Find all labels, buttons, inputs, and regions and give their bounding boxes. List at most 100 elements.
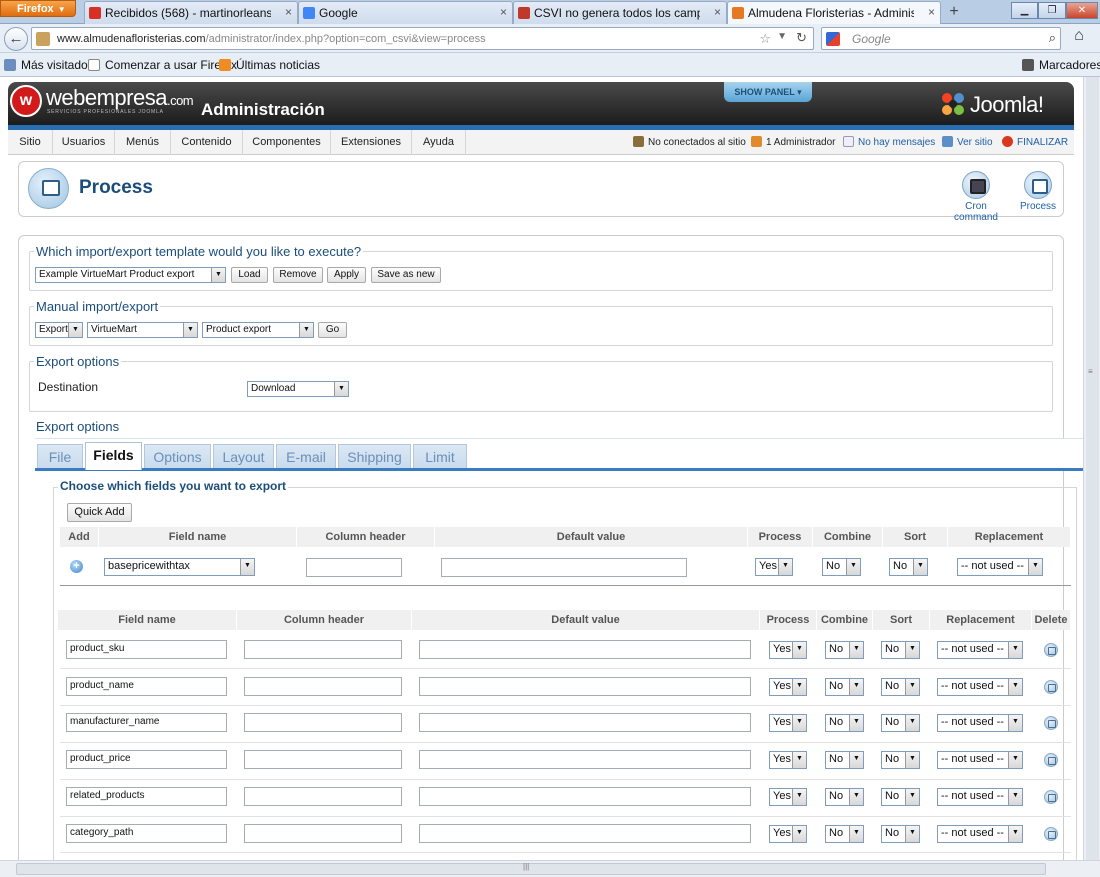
browser-tab-almudena[interactable]: Almudena Floristerias - Administración × (727, 1, 941, 25)
destination-select[interactable]: Download ▼ (247, 381, 349, 397)
minimize-window-icon[interactable]: ▁ (1011, 2, 1038, 19)
add-process-select[interactable]: Yes ▼ (755, 558, 793, 576)
save-as-new-button[interactable]: Save as new (371, 267, 441, 283)
url-bar[interactable]: www.almudenafloristerias.com/administrat… (31, 27, 814, 50)
replacement-select[interactable]: -- not used -- ▼ (937, 751, 1023, 769)
browser-tab-google[interactable]: Google × (298, 1, 513, 24)
replacement-select[interactable]: -- not used -- ▼ (937, 714, 1023, 732)
menu-sitio[interactable]: Sitio (8, 130, 53, 155)
column-header-input[interactable] (244, 824, 402, 843)
delete-icon[interactable] (1044, 643, 1058, 657)
close-tab-icon[interactable]: × (285, 5, 292, 19)
reload-icon[interactable]: ↻ (796, 30, 807, 46)
delete-icon[interactable] (1044, 827, 1058, 841)
close-tab-icon[interactable]: × (928, 5, 935, 19)
tab-layout[interactable]: Layout (213, 444, 274, 469)
default-value-input[interactable] (419, 677, 751, 696)
field-name-input[interactable]: product_price (66, 750, 227, 769)
column-header-input[interactable] (244, 750, 402, 769)
add-combine-select[interactable]: No ▼ (822, 558, 861, 576)
show-panel-button[interactable]: SHOW PANEL ▾ (724, 82, 812, 102)
back-arrow-icon[interactable]: ← (4, 27, 28, 51)
bookmark-mas-visitados[interactable]: Más visitados (4, 58, 94, 72)
menu-componentes[interactable]: Componentes (243, 130, 331, 155)
close-tab-icon[interactable]: × (714, 5, 721, 19)
replacement-select[interactable]: -- not used -- ▼ (937, 678, 1023, 696)
close-tab-icon[interactable]: × (500, 5, 507, 19)
delete-icon[interactable] (1044, 753, 1058, 767)
sort-select[interactable]: No ▼ (881, 678, 920, 696)
browser-tab-gmail[interactable]: Recibidos (568) - martinorleans@gm... × (84, 1, 298, 24)
logout-link[interactable]: FINALIZAR (1002, 130, 1068, 155)
bookmark-comenzar-firefox[interactable]: Comenzar a usar Firefox (88, 58, 237, 72)
template-select[interactable]: Example VirtueMart Product export ▼ (35, 267, 226, 283)
sort-select[interactable]: No ▼ (881, 641, 920, 659)
search-icon[interactable]: ⌕ (1049, 30, 1056, 46)
delete-icon[interactable] (1044, 790, 1058, 804)
add-field-select[interactable]: basepricewithtax ▼ (104, 558, 255, 576)
action-select[interactable]: Export ▼ (35, 322, 83, 338)
default-value-input[interactable] (419, 750, 751, 769)
delete-icon[interactable] (1044, 716, 1058, 730)
remove-button[interactable]: Remove (273, 267, 323, 283)
combine-select[interactable]: No ▼ (825, 678, 864, 696)
column-header-input[interactable] (244, 640, 402, 659)
apply-button[interactable]: Apply (327, 267, 366, 283)
menu-menus[interactable]: Menús (115, 130, 171, 155)
restore-window-icon[interactable]: ❐ (1038, 2, 1066, 19)
tab-options[interactable]: Options (144, 444, 211, 469)
replacement-select[interactable]: -- not used -- ▼ (937, 788, 1023, 806)
quick-add-button[interactable]: Quick Add (67, 503, 132, 522)
default-value-input[interactable] (419, 640, 751, 659)
default-value-input[interactable] (419, 824, 751, 843)
home-icon[interactable]: ⌂ (1067, 27, 1091, 50)
component-select[interactable]: VirtueMart ▼ (87, 322, 198, 338)
field-name-input[interactable]: product_name (66, 677, 227, 696)
replacement-select[interactable]: -- not used -- ▼ (937, 641, 1023, 659)
search-input[interactable]: Google ⌕ (821, 27, 1061, 50)
menu-extensiones[interactable]: Extensiones (331, 130, 412, 155)
process-select[interactable]: Yes ▼ (769, 751, 807, 769)
vertical-scrollbar-thumb[interactable] (1086, 77, 1099, 860)
field-name-input[interactable]: product_sku (66, 640, 227, 659)
status-messages[interactable]: No hay mensajes (843, 130, 935, 155)
process-select[interactable]: Yes ▼ (769, 788, 807, 806)
add-default-value-input[interactable] (441, 558, 687, 577)
load-button[interactable]: Load (231, 267, 268, 283)
menu-usuarios[interactable]: Usuarios (53, 130, 115, 155)
combine-select[interactable]: No ▼ (825, 825, 864, 843)
history-dropdown-icon[interactable]: ▼ (777, 31, 787, 42)
bookmark-ultimas-noticias[interactable]: Últimas noticias (219, 58, 320, 72)
sort-select[interactable]: No ▼ (881, 825, 920, 843)
sort-select[interactable]: No ▼ (881, 788, 920, 806)
add-field-plus-icon[interactable]: + (70, 560, 83, 573)
tab-limit[interactable]: Limit (413, 444, 467, 469)
replacement-select[interactable]: -- not used -- ▼ (937, 825, 1023, 843)
field-name-input[interactable]: manufacturer_name (66, 713, 227, 732)
tab-email[interactable]: E-mail (276, 444, 336, 469)
go-button[interactable]: Go (318, 322, 347, 338)
tab-shipping[interactable]: Shipping (338, 444, 411, 469)
bookmark-star-icon[interactable]: ☆ (759, 31, 771, 47)
combine-select[interactable]: No ▼ (825, 641, 864, 659)
view-site-link[interactable]: Ver sitio (942, 130, 993, 155)
horizontal-scrollbar[interactable]: ||| (0, 860, 1100, 877)
firefox-menu-button[interactable]: Firefox ▼ (0, 0, 76, 17)
bookmarks-menu[interactable]: Marcadores (1022, 58, 1100, 72)
menu-contenido[interactable]: Contenido (171, 130, 243, 155)
delete-icon[interactable] (1044, 680, 1058, 694)
process-select[interactable]: Yes ▼ (769, 714, 807, 732)
tab-file[interactable]: File (37, 444, 83, 469)
process-button[interactable]: Process (1009, 162, 1067, 216)
process-select[interactable]: Yes ▼ (769, 825, 807, 843)
close-window-icon[interactable]: ✕ (1066, 2, 1098, 19)
field-name-input[interactable]: related_products (66, 787, 227, 806)
cron-command-button[interactable]: Cron command (944, 162, 1008, 223)
sort-select[interactable]: No ▼ (881, 714, 920, 732)
default-value-input[interactable] (419, 713, 751, 732)
sort-select[interactable]: No ▼ (881, 751, 920, 769)
field-name-input[interactable]: category_path (66, 824, 227, 843)
menu-ayuda[interactable]: Ayuda (412, 130, 466, 155)
horizontal-scrollbar-thumb[interactable] (16, 863, 1046, 875)
new-tab-plus-icon[interactable]: + (943, 3, 965, 22)
